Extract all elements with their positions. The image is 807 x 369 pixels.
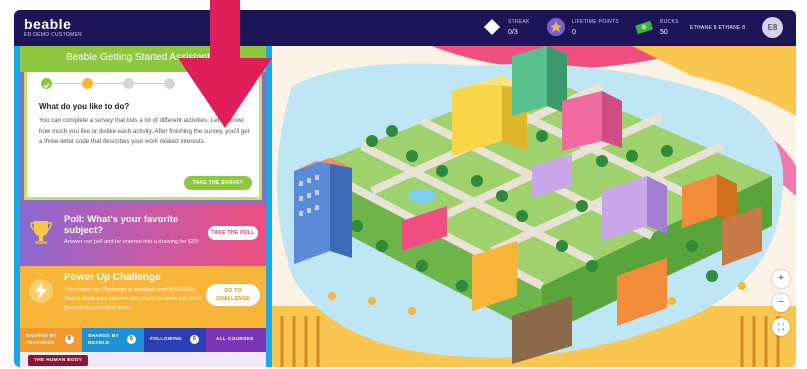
lifetime-points-label: LIFETIME POINTS	[572, 19, 620, 25]
top-bar: beable ED DEMO CUSTOMER STREAK 0/3 LIFET…	[14, 10, 796, 46]
isometric-city-illustration	[272, 46, 796, 367]
lightning-icon	[29, 279, 53, 303]
power-up-title: Power Up Challenge	[64, 272, 161, 283]
tab-shared-by-beable[interactable]: SHARED BY BEABLE 0	[82, 328, 144, 352]
user-name[interactable]: ETHANE 8 ETHANE 8	[690, 25, 745, 31]
poll-text: Answer our poll and be entered into a dr…	[64, 239, 199, 245]
annotation-arrow-icon	[178, 0, 272, 128]
poll-title: Poll: What's your favorite subject?	[64, 214, 179, 236]
tab-label: ALL COURSES	[216, 337, 254, 342]
fullscreen-button[interactable]: ⛶	[772, 318, 790, 336]
money-icon	[635, 20, 653, 34]
lifetime-points-value: 0	[572, 29, 576, 36]
course-item[interactable]: THE HUMAN BODY	[28, 355, 89, 366]
course-tabs: SHARED BY TEACHERS 0 SHARED BY BEABLE 0 …	[20, 328, 266, 352]
zoom-out-button[interactable]: −	[772, 294, 790, 312]
tab-count-badge: 0	[127, 335, 136, 344]
progress-steps	[41, 78, 191, 92]
customer-name: ED DEMO CUSTOMER	[24, 32, 83, 38]
star-badge-icon	[547, 18, 565, 36]
tab-following[interactable]: FOLLOWING 0	[144, 328, 206, 352]
bucks-label: BUCKS	[660, 19, 679, 25]
trophy-icon	[30, 221, 52, 244]
city-map[interactable]: + − ⛶	[272, 46, 796, 367]
tab-count-badge: 0	[190, 335, 199, 344]
step-connector	[52, 83, 82, 84]
poll-card: Poll: What's your favorite subject? Answ…	[20, 204, 266, 266]
streak-diamond-icon	[484, 19, 500, 35]
bucks-value: 50	[660, 29, 668, 36]
power-up-card: Power Up Challenge The Power Up Challeng…	[20, 266, 266, 328]
beable-logo[interactable]: beable	[24, 16, 71, 32]
step-pending-icon	[164, 78, 175, 89]
step-complete-icon	[41, 78, 52, 89]
zoom-in-button[interactable]: +	[772, 270, 790, 288]
tab-all-courses[interactable]: ALL COURSES	[206, 328, 266, 352]
step-pending-icon	[123, 78, 134, 89]
tab-count-badge: 0	[65, 335, 74, 344]
step-current-icon	[82, 78, 93, 89]
step-connector	[93, 83, 123, 84]
streak-value: 0/3	[508, 29, 518, 36]
streak-label: STREAK	[508, 19, 530, 25]
go-to-challenge-button[interactable]: GO TO CHALLENGE	[206, 284, 260, 306]
go-to-challenge-line2: CHALLENGE	[216, 296, 250, 302]
power-up-text: The Power Up Challenge is available unti…	[64, 287, 202, 311]
take-survey-button[interactable]: TAKE THE SURVEY	[184, 176, 252, 190]
question-title: What do you like to do?	[39, 102, 130, 111]
go-to-challenge-line1: GO TO	[224, 288, 242, 294]
take-poll-button[interactable]: TAKE THE POLL	[208, 226, 258, 240]
app-window: beable ED DEMO CUSTOMER STREAK 0/3 LIFET…	[14, 10, 796, 367]
avatar[interactable]: E8	[762, 17, 783, 38]
step-connector	[134, 83, 164, 84]
course-list: THE HUMAN BODY	[20, 352, 266, 367]
tab-shared-by-teachers[interactable]: SHARED BY TEACHERS 0	[20, 328, 82, 352]
